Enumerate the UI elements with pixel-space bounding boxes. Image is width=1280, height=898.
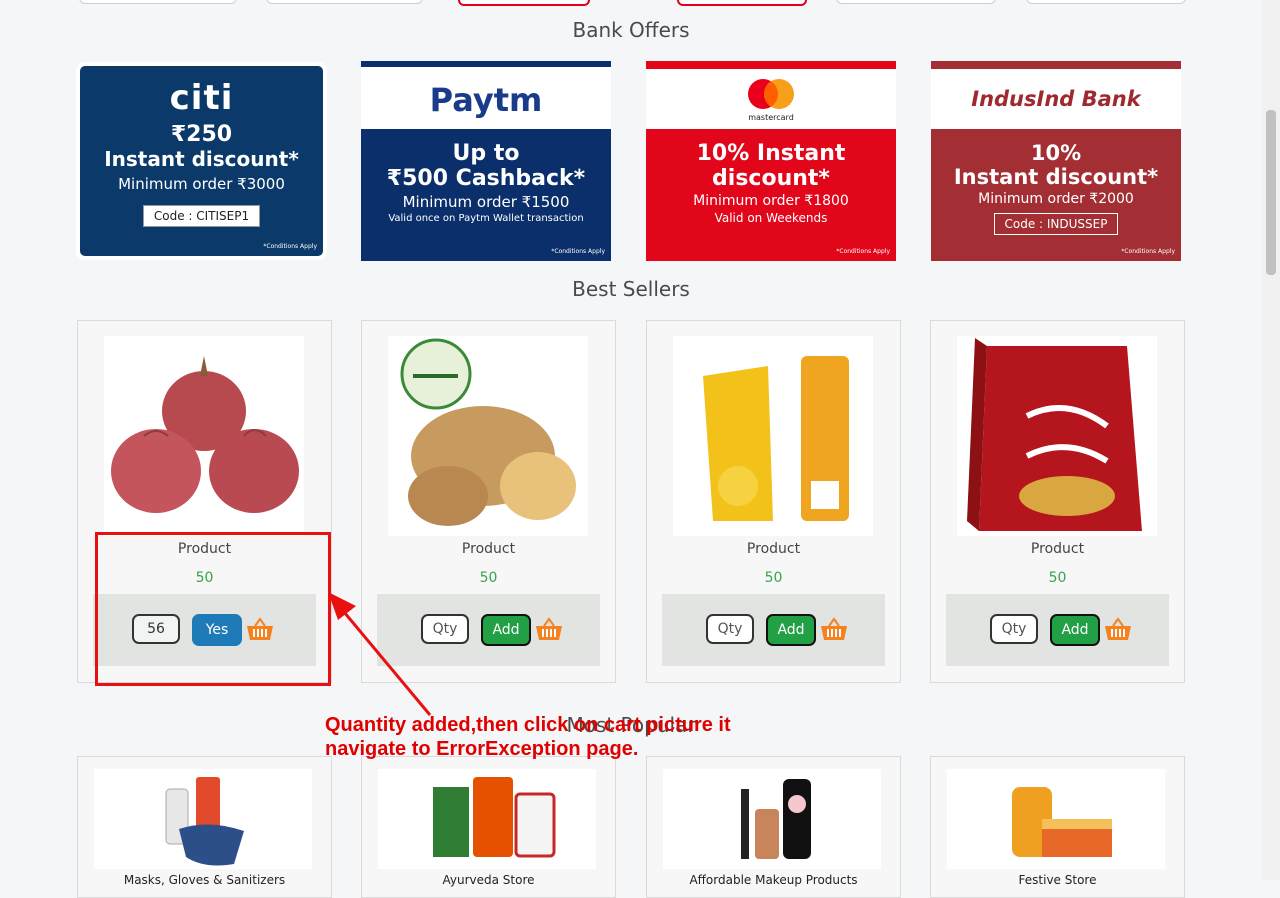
offer-validity: Valid on Weekends: [714, 211, 828, 225]
popular-category-card[interactable]: Festive Store: [930, 756, 1185, 898]
offer-min-order: Minimum order ₹3000: [118, 175, 285, 193]
conditions-text: *Conditions Apply: [263, 243, 317, 250]
offer-amount: ₹500 Cashback*: [386, 166, 586, 191]
offer-code: Code : CITISEP1: [142, 205, 261, 227]
product-price: 50: [764, 570, 783, 586]
potato-product-image[interactable]: [388, 336, 588, 536]
conditions-text: *Conditions Apply: [551, 248, 605, 255]
mastercard-logo: mastercard: [646, 69, 896, 129]
bank-offers-title: Bank Offers: [572, 18, 690, 42]
citi-offer-banner[interactable]: citi ₹250 Instant discount* Minimum orde…: [80, 66, 323, 256]
category-tab-active[interactable]: [677, 0, 807, 6]
fortune-oil-product-image[interactable]: [673, 336, 873, 536]
festive-store-image: [947, 769, 1165, 869]
annotation-note: Quantity added,then click on cart pictur…: [325, 713, 731, 761]
product-actions: Qty Add: [946, 594, 1169, 666]
conditions-text: *Conditions Apply: [836, 248, 890, 255]
annotation-arrow-icon: [328, 592, 432, 716]
annotation-highlight-box: [95, 532, 331, 686]
offer-amount: 10%: [1030, 141, 1082, 165]
product-card: Product 50 Qty Add: [646, 320, 901, 683]
product-price: 50: [479, 570, 498, 586]
category-tab-active[interactable]: [458, 0, 590, 6]
product-card: Product 50 Qty Add: [930, 320, 1185, 683]
offer-code: Code : INDUSSEP: [993, 213, 1119, 235]
quantity-input[interactable]: Qty: [706, 614, 754, 644]
product-name: Product: [1030, 541, 1085, 557]
onion-product-image[interactable]: [104, 336, 304, 536]
annotation-line-1: Quantity added,then click on cart pictur…: [325, 714, 731, 736]
best-sellers-title: Best Sellers: [572, 277, 690, 301]
ayurveda-store-image: [378, 769, 596, 869]
offer-validity: Valid once on Paytm Wallet transaction: [388, 213, 584, 224]
cart-basket-icon[interactable]: [1104, 617, 1132, 641]
paytm-logo: Paytm: [429, 81, 543, 119]
offer-text: Up to: [452, 141, 520, 166]
popular-category-card[interactable]: Ayurveda Store: [361, 756, 616, 898]
popular-category-card[interactable]: Masks, Gloves & Sanitizers: [77, 756, 332, 898]
offer-amount: 10% Instant: [696, 141, 846, 166]
popular-category-label: Festive Store: [1018, 873, 1097, 887]
product-name: Product: [746, 541, 801, 557]
paytm-offer-banner[interactable]: Paytm Up to ₹500 Cashback* Minimum order…: [361, 61, 611, 261]
popular-category-label: Ayurveda Store: [442, 873, 535, 887]
offer-text: Instant discount*: [953, 165, 1159, 189]
offer-text: Instant discount*: [104, 147, 299, 171]
indusind-offer-banner[interactable]: IndusInd Bank 10% Instant discount* Mini…: [931, 61, 1181, 261]
mastercard-offer-banner[interactable]: mastercard 10% Instant discount* Minimum…: [646, 61, 896, 261]
cart-basket-icon[interactable]: [535, 617, 563, 641]
product-price: 50: [1048, 570, 1067, 586]
offer-min-order: Minimum order ₹2000: [978, 191, 1134, 207]
popular-category-label: Affordable Makeup Products: [689, 873, 858, 887]
category-tab[interactable]: [1026, 0, 1186, 4]
conditions-text: *Conditions Apply: [1121, 248, 1175, 255]
popular-category-card[interactable]: Affordable Makeup Products: [646, 756, 901, 898]
offer-amount: ₹250: [170, 122, 233, 147]
scrollbar-thumb[interactable]: [1266, 110, 1276, 275]
offer-min-order: Minimum order ₹1800: [693, 193, 849, 209]
makeup-products-image: [663, 769, 881, 869]
product-name: Product: [461, 541, 516, 557]
category-tab[interactable]: [836, 0, 996, 4]
citi-logo: citi: [169, 78, 234, 118]
add-button[interactable]: Add: [766, 614, 816, 646]
mastercard-logo-text: mastercard: [748, 113, 794, 122]
add-button[interactable]: Add: [1050, 614, 1100, 646]
quantity-input[interactable]: Qty: [990, 614, 1038, 644]
annotation-line-2: navigate to ErrorException page.: [325, 738, 639, 760]
add-button[interactable]: Add: [481, 614, 531, 646]
popular-category-label: Masks, Gloves & Sanitizers: [123, 873, 286, 887]
masks-sanitizers-image: [94, 769, 312, 869]
page-scrollbar[interactable]: [1262, 0, 1280, 880]
red-label-tea-product-image[interactable]: [957, 336, 1157, 536]
offer-min-order: Minimum order ₹1500: [402, 193, 570, 211]
product-actions: Qty Add: [662, 594, 885, 666]
indusind-logo: IndusInd Bank: [971, 87, 1141, 111]
category-tab[interactable]: [266, 0, 423, 4]
cart-basket-icon[interactable]: [820, 617, 848, 641]
category-tab[interactable]: [79, 0, 237, 4]
offer-text: discount*: [712, 166, 830, 191]
